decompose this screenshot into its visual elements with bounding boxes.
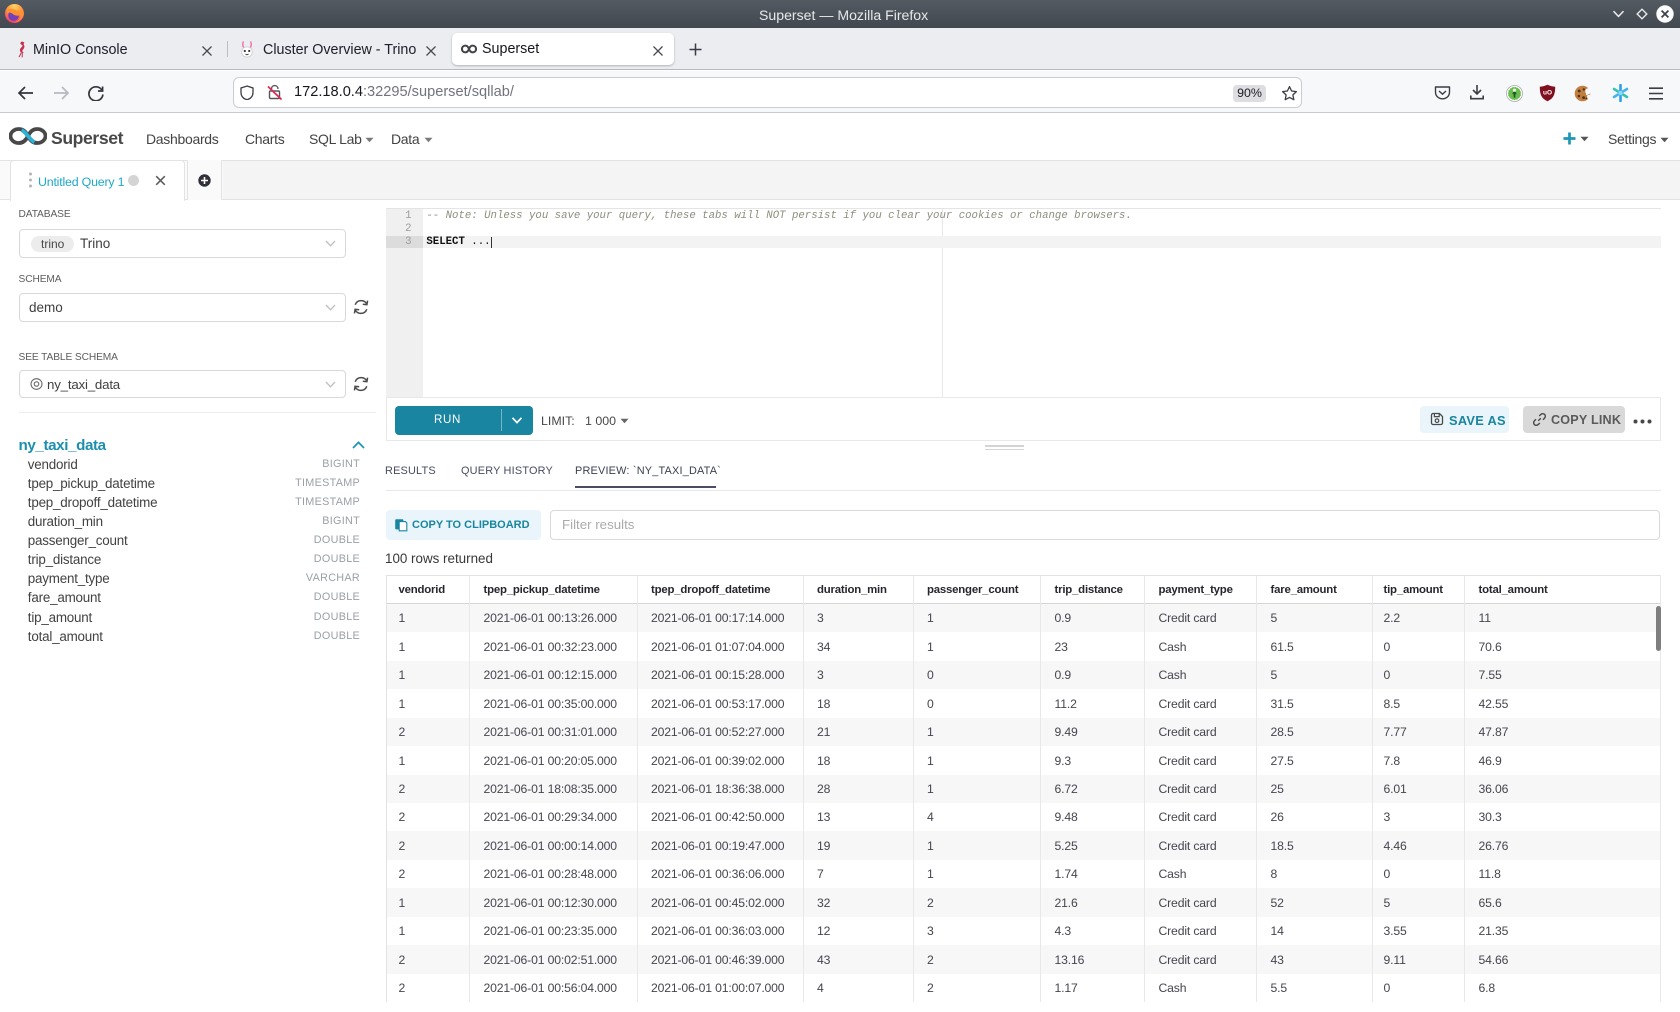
svg-text:uO: uO bbox=[1543, 90, 1552, 97]
